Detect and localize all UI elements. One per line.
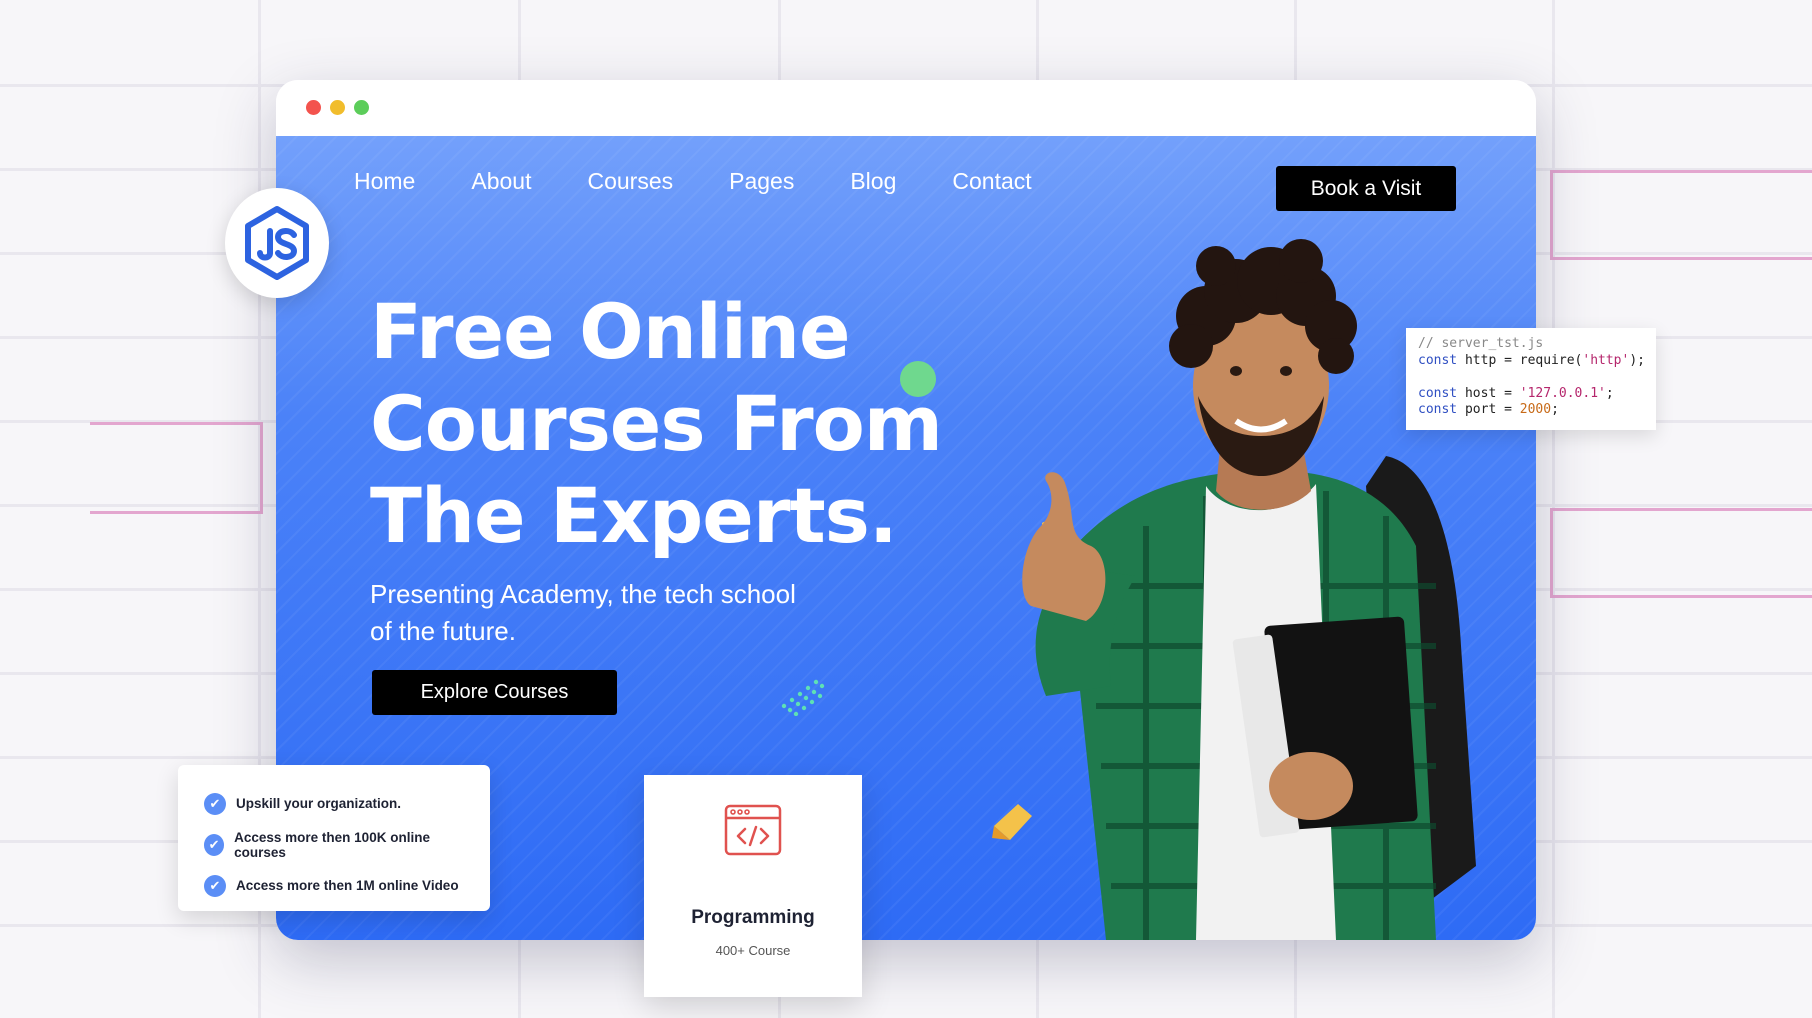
category-course-count: 400+ Course	[715, 943, 791, 958]
features-checklist: ✔ Upskill your organization. ✔ Access mo…	[178, 765, 490, 911]
checklist-text: Access more then 100K online courses	[234, 829, 430, 860]
category-title: Programming	[691, 907, 815, 928]
headline-line-3: The Experts.	[370, 471, 898, 560]
list-item: ✔ Access more then 1M online Video	[204, 865, 464, 906]
nav-contact[interactable]: Contact	[952, 168, 1031, 195]
minimize-window-dot[interactable]	[330, 100, 345, 115]
nodejs-icon	[245, 206, 309, 280]
checklist-text: Upskill your organization.	[236, 796, 402, 811]
hero-headline: Free Online Courses From The Experts.	[370, 286, 943, 562]
checklist-text: Access more then 1M online Video	[236, 878, 459, 893]
code-line-1: // server_tst.js	[1418, 336, 1544, 351]
checkmark-icon: ✔	[204, 792, 226, 815]
window-titlebar	[276, 80, 1536, 136]
nav-courses[interactable]: Courses	[587, 168, 673, 195]
code-snippet-card: // server_tst.js const http = require('h…	[1406, 328, 1656, 430]
list-item: ✔ Access more then 100K online courses	[204, 824, 464, 865]
nodejs-badge	[225, 188, 329, 298]
headline-line-2: Courses From	[370, 379, 943, 468]
checkmark-icon: ✔	[204, 833, 225, 856]
nav-about[interactable]: About	[471, 168, 531, 195]
nav-pages[interactable]: Pages	[729, 168, 794, 195]
nav-blog[interactable]: Blog	[850, 168, 896, 195]
hero-subtitle: Presenting Academy, the tech school of t…	[370, 579, 796, 646]
code-window-icon	[724, 804, 782, 856]
code-line-5: const port = 2000;	[1418, 402, 1559, 417]
code-line-2: const http = require('http');	[1418, 352, 1645, 368]
headline-line-1: Free Online	[370, 287, 851, 376]
explore-courses-button[interactable]: Explore Courses	[372, 670, 617, 715]
dots-doodle	[781, 679, 825, 716]
close-window-dot[interactable]	[306, 100, 321, 115]
category-card-programming[interactable]: Programming 400+ Course	[644, 775, 862, 997]
book-visit-button[interactable]: Book a Visit	[1276, 166, 1456, 211]
nav-home[interactable]: Home	[354, 168, 415, 195]
main-nav: Home About Courses Pages Blog Contact	[354, 168, 1032, 195]
maximize-window-dot[interactable]	[354, 100, 369, 115]
code-line-4: const host = '127.0.0.1';	[1418, 385, 1614, 401]
checkmark-icon: ✔	[204, 874, 226, 897]
list-item: ✔ Upskill your organization.	[204, 783, 464, 824]
